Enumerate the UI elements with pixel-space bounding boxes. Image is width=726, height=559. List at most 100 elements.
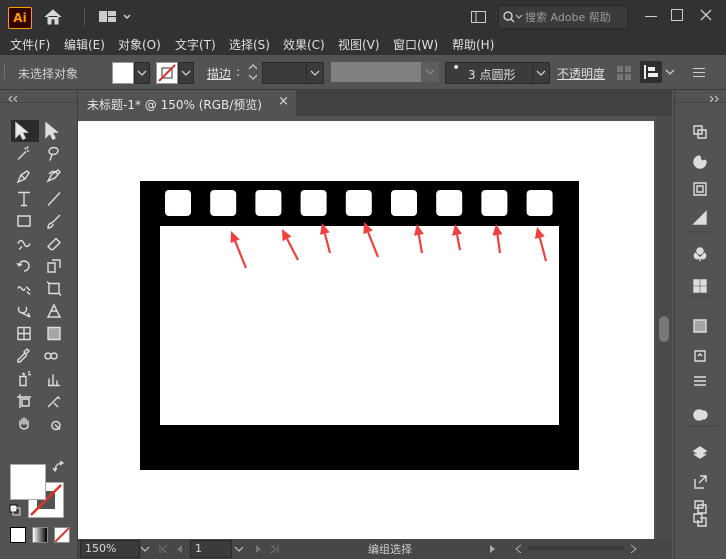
perspective-icon[interactable] bbox=[46, 303, 62, 318]
horizontal-scroll-right[interactable] bbox=[628, 543, 638, 554]
menu-effect[interactable]: 效果(C) bbox=[283, 36, 325, 53]
stroke-dropdown[interactable] bbox=[178, 62, 194, 84]
last-artboard-icon[interactable] bbox=[270, 543, 280, 554]
symbol-sprayer-icon[interactable] bbox=[19, 370, 31, 387]
paintbrush-icon[interactable] bbox=[47, 214, 61, 229]
zoom-icon[interactable] bbox=[51, 420, 61, 431]
shaper-icon[interactable] bbox=[17, 239, 31, 250]
menu-type[interactable]: 文字(T) bbox=[175, 36, 216, 53]
sprocket-hole[interactable] bbox=[436, 190, 463, 216]
color-guide-icon[interactable] bbox=[692, 210, 707, 225]
artboard-field[interactable]: 1 bbox=[190, 540, 232, 558]
stroke-weight-stepper[interactable] bbox=[246, 62, 260, 82]
curvature-icon[interactable] bbox=[46, 169, 61, 183]
arrange-documents-icon[interactable] bbox=[98, 8, 134, 26]
fill-dropdown[interactable] bbox=[134, 62, 150, 84]
sprocket-hole[interactable] bbox=[255, 190, 282, 216]
scale-icon[interactable] bbox=[47, 259, 61, 273]
eyedropper-icon[interactable] bbox=[17, 348, 30, 363]
color-mode-icon[interactable] bbox=[10, 527, 26, 543]
transform-panel-icon[interactable] bbox=[693, 125, 707, 139]
graphic-styles-icon[interactable] bbox=[693, 279, 707, 293]
document-tab[interactable]: 未标题-1* @ 150% (RGB/预览) × bbox=[78, 90, 296, 116]
first-artboard-icon[interactable] bbox=[158, 543, 168, 554]
zoom-field[interactable]: 150% bbox=[80, 540, 140, 558]
sprocket-hole[interactable] bbox=[481, 190, 508, 216]
align-dropdown-icon[interactable] bbox=[664, 66, 676, 78]
artboard-icon[interactable] bbox=[17, 394, 31, 408]
rotate-icon[interactable] bbox=[16, 260, 30, 272]
scrollbar-thumb[interactable] bbox=[659, 316, 669, 342]
close-window-icon[interactable] bbox=[696, 5, 716, 25]
fill-swatch[interactable] bbox=[112, 62, 134, 84]
type-icon[interactable] bbox=[18, 191, 30, 207]
stroke-swatch[interactable] bbox=[156, 62, 178, 84]
prev-artboard-icon[interactable] bbox=[174, 543, 184, 553]
fill-color-box[interactable] bbox=[10, 464, 46, 500]
warp-icon[interactable] bbox=[17, 286, 31, 295]
gradient-mode-icon[interactable] bbox=[32, 527, 48, 543]
vertical-scrollbar[interactable] bbox=[656, 116, 672, 539]
search-input[interactable]: 搜索 Adobe 帮助 bbox=[498, 5, 628, 29]
artboard-dropdown-icon[interactable] bbox=[234, 543, 244, 553]
color-panel-icon[interactable] bbox=[693, 155, 707, 169]
slice-icon[interactable] bbox=[47, 396, 61, 408]
menu-window[interactable]: 窗口(W) bbox=[393, 36, 438, 53]
lasso-icon[interactable] bbox=[48, 146, 59, 161]
layers-icon[interactable] bbox=[692, 446, 708, 459]
export-icon[interactable] bbox=[694, 350, 706, 362]
column-graph-icon[interactable] bbox=[48, 374, 60, 387]
opacity-label[interactable]: 不透明度 bbox=[557, 65, 605, 82]
menu-object[interactable]: 对象(O) bbox=[118, 36, 161, 53]
stroke-weight-input[interactable] bbox=[262, 62, 308, 84]
zoom-dropdown-icon[interactable] bbox=[140, 543, 150, 553]
sprocket-hole[interactable] bbox=[165, 190, 191, 216]
default-fill-stroke-icon[interactable] bbox=[9, 504, 21, 516]
links-icon[interactable] bbox=[693, 513, 707, 527]
blend-icon[interactable] bbox=[44, 352, 58, 360]
canvas-area[interactable] bbox=[78, 116, 672, 539]
appearance-icon[interactable] bbox=[693, 409, 708, 421]
swap-fill-stroke-icon[interactable] bbox=[52, 460, 66, 474]
close-tab-icon[interactable]: × bbox=[278, 94, 289, 109]
horizontal-scrollbar[interactable] bbox=[528, 546, 624, 550]
selection-icon[interactable] bbox=[11, 120, 39, 142]
shape-builder-icon[interactable] bbox=[17, 306, 31, 318]
none-mode-icon[interactable] bbox=[54, 527, 70, 543]
home-icon[interactable] bbox=[42, 7, 64, 27]
hand-icon[interactable] bbox=[19, 417, 29, 430]
artboards-icon[interactable] bbox=[694, 500, 707, 514]
magic-wand-icon[interactable] bbox=[17, 146, 30, 160]
mesh-icon[interactable] bbox=[17, 326, 31, 341]
menu-help[interactable]: 帮助(H) bbox=[452, 36, 494, 53]
sprocket-hole[interactable] bbox=[300, 190, 327, 216]
panel-toggle-icon[interactable] bbox=[470, 9, 488, 25]
control-menu-icon[interactable] bbox=[692, 67, 706, 78]
stroke-weight-dropdown[interactable] bbox=[306, 62, 324, 84]
eraser-icon[interactable] bbox=[47, 237, 61, 251]
swatches-panel-icon[interactable] bbox=[693, 182, 707, 196]
menu-edit[interactable]: 编辑(E) bbox=[64, 36, 105, 53]
stroke-label[interactable]: 描边 bbox=[207, 65, 231, 82]
gradient-panel-icon[interactable] bbox=[693, 319, 707, 333]
align-options-icon[interactable] bbox=[640, 61, 662, 83]
maximize-icon[interactable] bbox=[671, 9, 683, 21]
gradient-icon[interactable] bbox=[47, 326, 61, 341]
symbols-icon[interactable] bbox=[693, 247, 707, 261]
rectangle-icon[interactable] bbox=[17, 215, 31, 227]
sprocket-hole[interactable] bbox=[391, 190, 417, 216]
menu-select[interactable]: 选择(S) bbox=[229, 36, 270, 53]
variable-width-profile[interactable] bbox=[331, 62, 421, 82]
sprocket-holes[interactable] bbox=[165, 190, 553, 216]
free-transform-icon[interactable] bbox=[46, 281, 62, 296]
menu-file[interactable]: 文件(F) bbox=[10, 36, 50, 53]
minimize-icon[interactable] bbox=[645, 16, 657, 17]
artwork[interactable] bbox=[78, 116, 672, 539]
sprocket-hole[interactable] bbox=[345, 190, 372, 216]
sprocket-hole[interactable] bbox=[210, 190, 237, 216]
line-icon[interactable] bbox=[47, 192, 61, 206]
pen-icon[interactable] bbox=[16, 170, 30, 184]
asset-export-icon[interactable] bbox=[694, 475, 707, 489]
brush-dropdown[interactable] bbox=[532, 62, 550, 84]
brush-definition[interactable]: • 3 点圆形 bbox=[445, 60, 533, 84]
